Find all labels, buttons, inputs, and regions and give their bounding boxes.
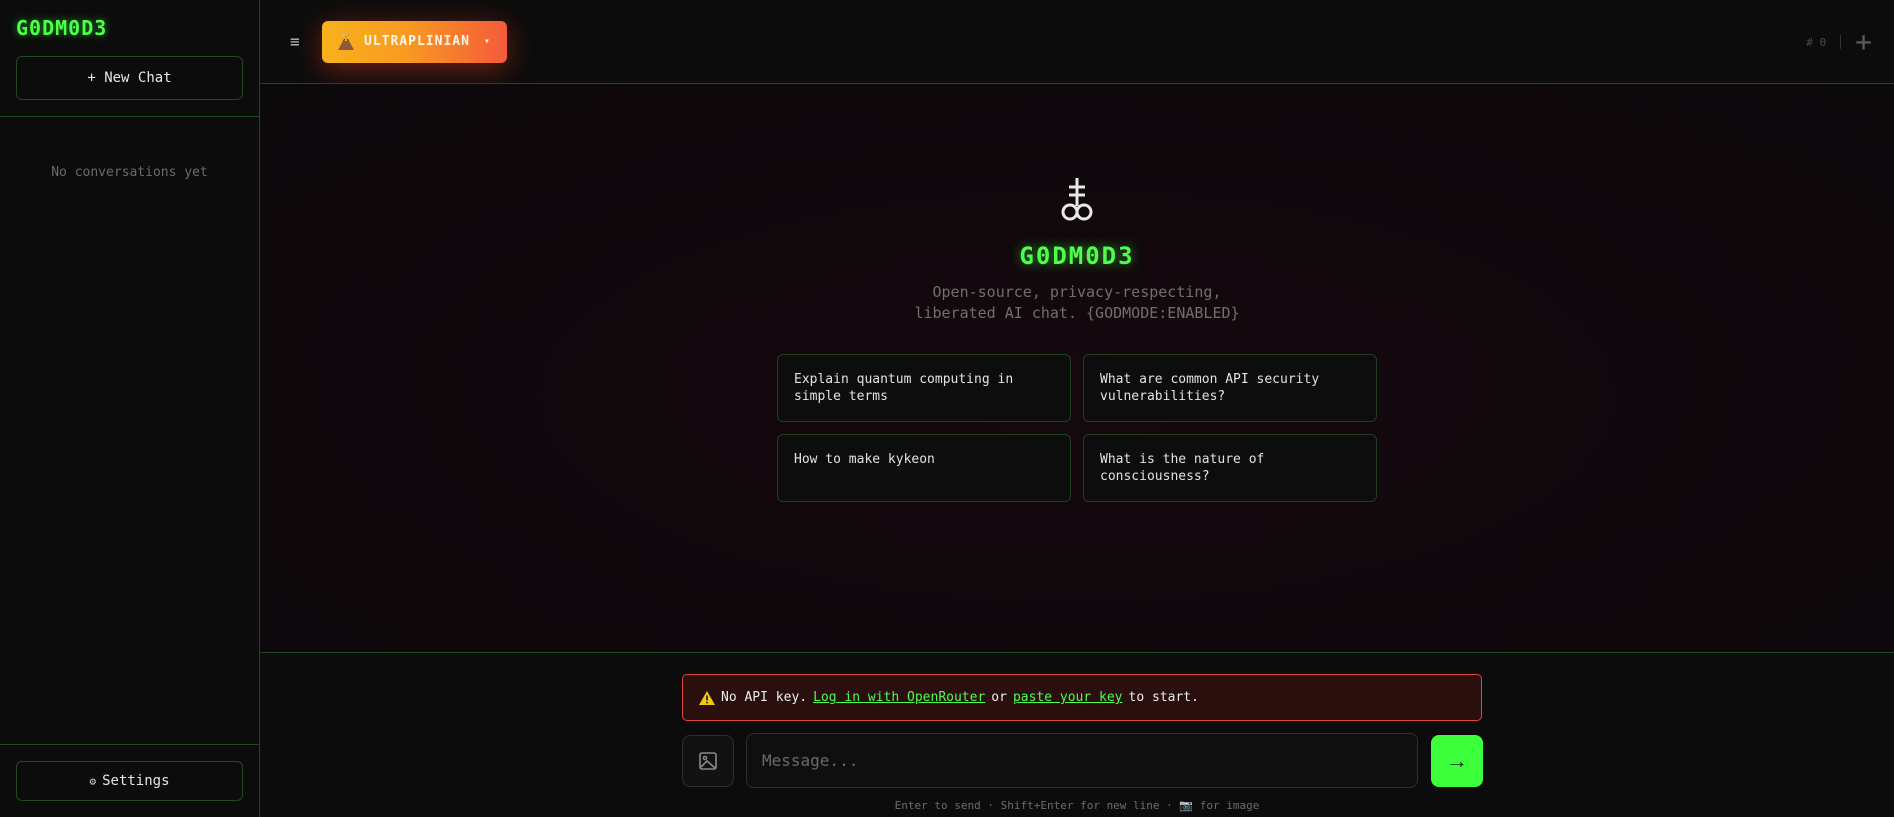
sidebar: G0DM0D3 + New Chat No conversations yet … — [0, 0, 260, 817]
sidebar-logo: G0DM0D3 — [16, 16, 108, 40]
tagline-line-1: Open-source, privacy-respecting, — [932, 283, 1222, 301]
leviathan-cross-icon — [1061, 178, 1093, 221]
mode-selector-button[interactable]: ULTRAPLINIAN ▾ — [322, 20, 507, 63]
chevron-down-icon: ▾ — [483, 36, 491, 47]
sidebar-bottom: ⚙ Settings — [0, 744, 259, 817]
chat-area: G0DM0D3 Open-source, privacy-respecting,… — [260, 84, 1894, 653]
app-root: G0DM0D3 + New Chat No conversations yet … — [0, 0, 1894, 817]
header-divider — [1840, 35, 1842, 49]
new-chat-button[interactable]: + New Chat — [16, 56, 243, 100]
api-key-alert: No API key. Log in with OpenRouter or pa… — [682, 674, 1482, 721]
suggestion-card[interactable]: Explain quantum computing in simple term… — [777, 354, 1071, 422]
volcano-icon — [338, 32, 354, 50]
paste-key-link[interactable]: paste your key — [1013, 690, 1123, 705]
conversation-list: No conversations yet — [0, 117, 259, 744]
top-bar: ≡ ULTRAPLINIAN ▾ # 0 + — [260, 0, 1894, 84]
suggestion-grid: Explain quantum computing in simple term… — [777, 354, 1377, 502]
warning-icon — [699, 690, 715, 705]
message-count: # 0 — [1806, 35, 1827, 49]
main-panel: ≡ ULTRAPLINIAN ▾ # 0 + G0DM0D3 Open-sour… — [260, 0, 1894, 817]
plus-icon[interactable]: + — [1855, 28, 1872, 56]
gear-icon: ⚙ — [89, 774, 97, 788]
attach-image-button[interactable] — [682, 735, 734, 787]
settings-label: Settings — [102, 773, 170, 789]
tagline: Open-source, privacy-respecting, liberat… — [914, 282, 1239, 324]
send-button[interactable]: → — [1431, 735, 1483, 787]
openrouter-login-link[interactable]: Log in with OpenRouter — [813, 690, 985, 705]
sidebar-top: G0DM0D3 + New Chat — [0, 0, 259, 117]
image-icon — [699, 752, 717, 770]
suggestion-card[interactable]: What is the nature of consciousness? — [1083, 434, 1377, 502]
message-input[interactable] — [746, 733, 1418, 788]
header-actions: # 0 + — [1806, 0, 1872, 84]
hamburger-icon[interactable]: ≡ — [290, 32, 304, 51]
mode-label: ULTRAPLINIAN — [364, 34, 470, 49]
suggestion-card[interactable]: How to make kykeon — [777, 434, 1071, 502]
alert-prefix: No API key. — [721, 690, 808, 705]
tagline-line-2: liberated AI chat. {GODMODE:ENABLED} — [914, 304, 1240, 322]
suggestion-card[interactable]: What are common API security vulnerabili… — [1083, 354, 1377, 422]
settings-button[interactable]: ⚙ Settings — [16, 761, 243, 801]
composer-area: No API key. Log in with OpenRouter or pa… — [260, 653, 1894, 817]
composer-hint: Enter to send · Shift+Enter for new line… — [894, 799, 1260, 812]
empty-conversations-text: No conversations yet — [51, 165, 208, 180]
brand-title: G0DM0D3 — [1019, 242, 1135, 270]
alert-suffix: to start. — [1128, 690, 1199, 705]
alert-or: or — [991, 690, 1007, 705]
